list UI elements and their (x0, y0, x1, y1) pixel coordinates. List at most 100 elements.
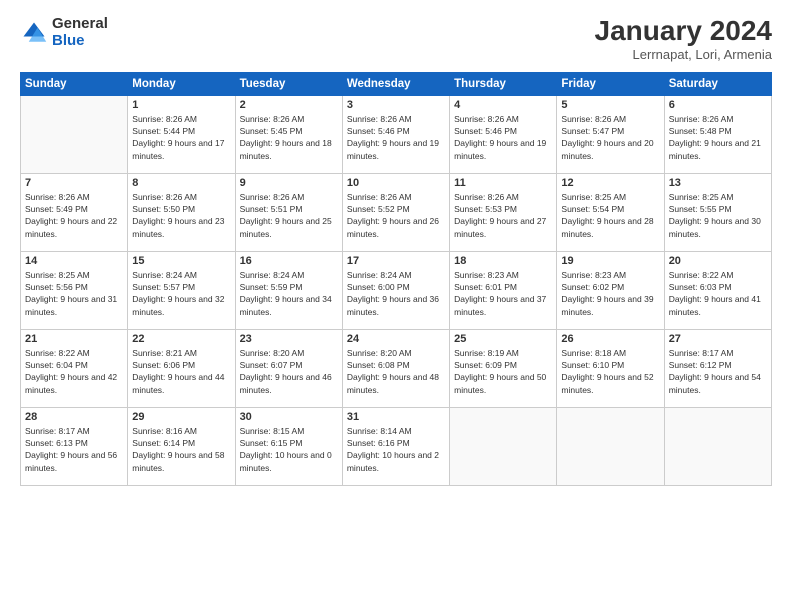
day-info: Sunrise: 8:23 AM Sunset: 6:01 PM Dayligh… (454, 269, 552, 318)
day-cell: 3 Sunrise: 8:26 AM Sunset: 5:46 PM Dayli… (342, 95, 449, 173)
day-cell: 24 Sunrise: 8:20 AM Sunset: 6:08 PM Dayl… (342, 329, 449, 407)
sunset-text: Sunset: 6:06 PM (132, 360, 195, 370)
week-row-1: 1 Sunrise: 8:26 AM Sunset: 5:44 PM Dayli… (21, 95, 772, 173)
day-info: Sunrise: 8:22 AM Sunset: 6:03 PM Dayligh… (669, 269, 767, 318)
header: General Blue January 2024 Lerrnapat, Lor… (20, 16, 772, 62)
day-info: Sunrise: 8:19 AM Sunset: 6:09 PM Dayligh… (454, 347, 552, 396)
day-cell: 12 Sunrise: 8:25 AM Sunset: 5:54 PM Dayl… (557, 173, 664, 251)
sunrise-text: Sunrise: 8:17 AM (25, 426, 90, 436)
day-info: Sunrise: 8:26 AM Sunset: 5:48 PM Dayligh… (669, 113, 767, 162)
day-cell: 11 Sunrise: 8:26 AM Sunset: 5:53 PM Dayl… (450, 173, 557, 251)
sunset-text: Sunset: 5:50 PM (132, 204, 195, 214)
sunrise-text: Sunrise: 8:25 AM (25, 270, 90, 280)
day-info: Sunrise: 8:21 AM Sunset: 6:06 PM Dayligh… (132, 347, 230, 396)
day-cell: 4 Sunrise: 8:26 AM Sunset: 5:46 PM Dayli… (450, 95, 557, 173)
header-wednesday: Wednesday (342, 72, 449, 95)
sunrise-text: Sunrise: 8:19 AM (454, 348, 519, 358)
daylight-text: Daylight: 9 hours and 19 minutes. (347, 138, 439, 160)
sunrise-text: Sunrise: 8:26 AM (25, 192, 90, 202)
sunset-text: Sunset: 6:00 PM (347, 282, 410, 292)
sunset-text: Sunset: 6:09 PM (454, 360, 517, 370)
day-info: Sunrise: 8:26 AM Sunset: 5:45 PM Dayligh… (240, 113, 338, 162)
sunrise-text: Sunrise: 8:14 AM (347, 426, 412, 436)
sunset-text: Sunset: 6:15 PM (240, 438, 303, 448)
sunrise-text: Sunrise: 8:26 AM (240, 192, 305, 202)
day-cell: 19 Sunrise: 8:23 AM Sunset: 6:02 PM Dayl… (557, 251, 664, 329)
day-number: 18 (454, 255, 552, 267)
day-info: Sunrise: 8:26 AM Sunset: 5:44 PM Dayligh… (132, 113, 230, 162)
sunrise-text: Sunrise: 8:22 AM (669, 270, 734, 280)
day-info: Sunrise: 8:18 AM Sunset: 6:10 PM Dayligh… (561, 347, 659, 396)
daylight-text: Daylight: 9 hours and 20 minutes. (561, 138, 653, 160)
day-number: 20 (669, 255, 767, 267)
day-cell: 28 Sunrise: 8:17 AM Sunset: 6:13 PM Dayl… (21, 407, 128, 485)
logo-text: General Blue (52, 16, 108, 49)
daylight-text: Daylight: 9 hours and 34 minutes. (240, 294, 332, 316)
sunrise-text: Sunrise: 8:26 AM (561, 114, 626, 124)
sunset-text: Sunset: 5:46 PM (347, 126, 410, 136)
sunset-text: Sunset: 6:10 PM (561, 360, 624, 370)
daylight-text: Daylight: 9 hours and 28 minutes. (561, 216, 653, 238)
day-number: 5 (561, 99, 659, 111)
day-number: 12 (561, 177, 659, 189)
day-number: 2 (240, 99, 338, 111)
sunrise-text: Sunrise: 8:26 AM (132, 114, 197, 124)
calendar-table: Sunday Monday Tuesday Wednesday Thursday… (20, 72, 772, 486)
sunrise-text: Sunrise: 8:17 AM (669, 348, 734, 358)
daylight-text: Daylight: 9 hours and 54 minutes. (669, 372, 761, 394)
sunrise-text: Sunrise: 8:24 AM (132, 270, 197, 280)
day-cell: 22 Sunrise: 8:21 AM Sunset: 6:06 PM Dayl… (128, 329, 235, 407)
week-row-3: 14 Sunrise: 8:25 AM Sunset: 5:56 PM Dayl… (21, 251, 772, 329)
day-info: Sunrise: 8:26 AM Sunset: 5:53 PM Dayligh… (454, 191, 552, 240)
sunrise-text: Sunrise: 8:21 AM (132, 348, 197, 358)
daylight-text: Daylight: 9 hours and 23 minutes. (132, 216, 224, 238)
day-cell: 5 Sunrise: 8:26 AM Sunset: 5:47 PM Dayli… (557, 95, 664, 173)
header-monday: Monday (128, 72, 235, 95)
sunrise-text: Sunrise: 8:20 AM (240, 348, 305, 358)
day-info: Sunrise: 8:26 AM Sunset: 5:50 PM Dayligh… (132, 191, 230, 240)
daylight-text: Daylight: 10 hours and 2 minutes. (347, 450, 439, 472)
daylight-text: Daylight: 9 hours and 30 minutes. (669, 216, 761, 238)
header-sunday: Sunday (21, 72, 128, 95)
day-cell: 31 Sunrise: 8:14 AM Sunset: 6:16 PM Dayl… (342, 407, 449, 485)
day-cell (557, 407, 664, 485)
sunset-text: Sunset: 5:59 PM (240, 282, 303, 292)
sunrise-text: Sunrise: 8:26 AM (669, 114, 734, 124)
day-cell: 13 Sunrise: 8:25 AM Sunset: 5:55 PM Dayl… (664, 173, 771, 251)
day-info: Sunrise: 8:26 AM Sunset: 5:49 PM Dayligh… (25, 191, 123, 240)
daylight-text: Daylight: 9 hours and 25 minutes. (240, 216, 332, 238)
day-cell: 18 Sunrise: 8:23 AM Sunset: 6:01 PM Dayl… (450, 251, 557, 329)
sunset-text: Sunset: 6:03 PM (669, 282, 732, 292)
sunset-text: Sunset: 5:54 PM (561, 204, 624, 214)
daylight-text: Daylight: 9 hours and 32 minutes. (132, 294, 224, 316)
daylight-text: Daylight: 9 hours and 17 minutes. (132, 138, 224, 160)
daylight-text: Daylight: 9 hours and 41 minutes. (669, 294, 761, 316)
day-cell: 23 Sunrise: 8:20 AM Sunset: 6:07 PM Dayl… (235, 329, 342, 407)
sunset-text: Sunset: 6:01 PM (454, 282, 517, 292)
day-number: 27 (669, 333, 767, 345)
day-info: Sunrise: 8:24 AM Sunset: 5:59 PM Dayligh… (240, 269, 338, 318)
day-info: Sunrise: 8:20 AM Sunset: 6:07 PM Dayligh… (240, 347, 338, 396)
sunset-text: Sunset: 5:45 PM (240, 126, 303, 136)
day-cell: 20 Sunrise: 8:22 AM Sunset: 6:03 PM Dayl… (664, 251, 771, 329)
day-number: 31 (347, 411, 445, 423)
day-info: Sunrise: 8:25 AM Sunset: 5:54 PM Dayligh… (561, 191, 659, 240)
day-info: Sunrise: 8:14 AM Sunset: 6:16 PM Dayligh… (347, 425, 445, 474)
day-number: 17 (347, 255, 445, 267)
daylight-text: Daylight: 9 hours and 37 minutes. (454, 294, 546, 316)
daylight-text: Daylight: 9 hours and 52 minutes. (561, 372, 653, 394)
day-number: 13 (669, 177, 767, 189)
day-info: Sunrise: 8:17 AM Sunset: 6:13 PM Dayligh… (25, 425, 123, 474)
day-number: 15 (132, 255, 230, 267)
sunrise-text: Sunrise: 8:24 AM (240, 270, 305, 280)
daylight-text: Daylight: 9 hours and 31 minutes. (25, 294, 117, 316)
daylight-text: Daylight: 9 hours and 56 minutes. (25, 450, 117, 472)
header-saturday: Saturday (664, 72, 771, 95)
calendar-subtitle: Lerrnapat, Lori, Armenia (595, 47, 772, 62)
day-number: 23 (240, 333, 338, 345)
sunrise-text: Sunrise: 8:23 AM (454, 270, 519, 280)
sunset-text: Sunset: 5:51 PM (240, 204, 303, 214)
sunrise-text: Sunrise: 8:23 AM (561, 270, 626, 280)
sunset-text: Sunset: 6:12 PM (669, 360, 732, 370)
day-info: Sunrise: 8:16 AM Sunset: 6:14 PM Dayligh… (132, 425, 230, 474)
